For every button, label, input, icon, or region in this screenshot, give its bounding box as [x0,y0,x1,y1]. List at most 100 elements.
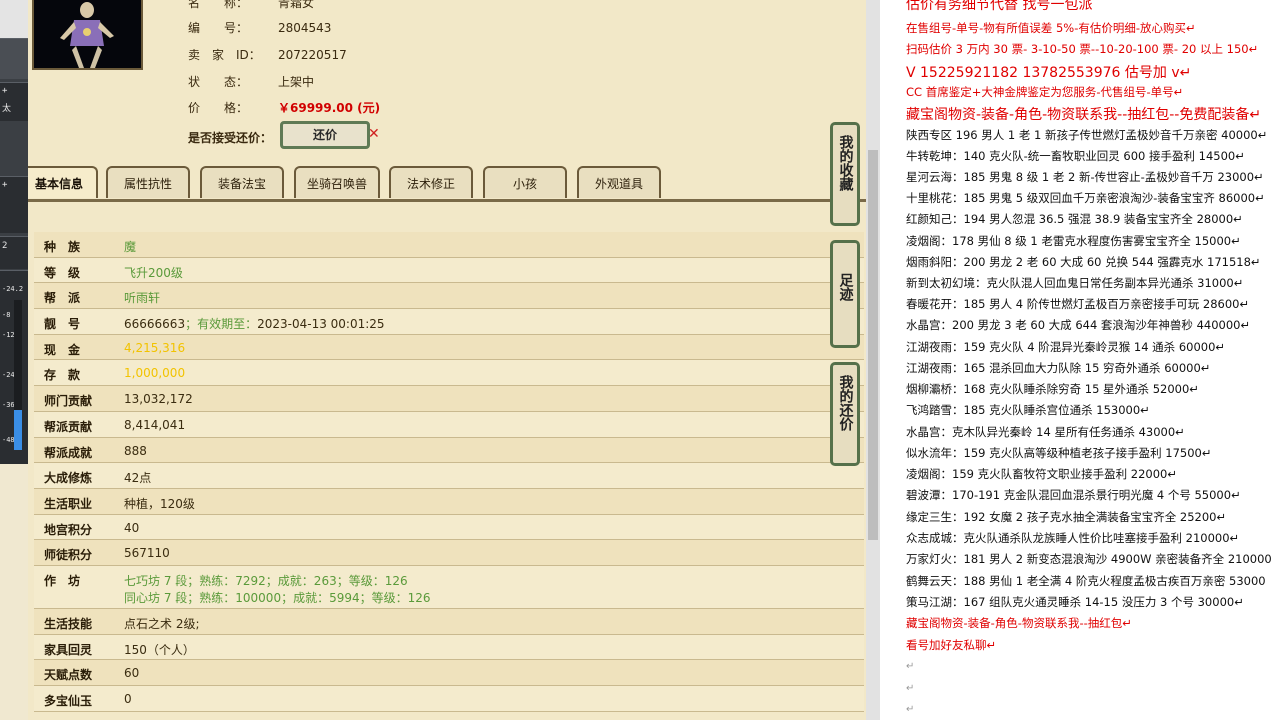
field-value: 听雨轩 [124,289,160,306]
vertical-scrollbar[interactable] [866,0,880,720]
field-label: 大成修炼 [44,471,93,486]
side-button-label: 我的还价 [837,375,854,431]
character-avatar [32,0,143,70]
counter-offer-label: 是否接受还价： [188,131,273,145]
field-label: 存 款 [44,368,81,383]
info-table-row: 家具回灵 150（个人） [34,634,864,661]
field-label: 家具回灵 [44,642,93,657]
info-table-row: 等 级 飞升200级 [34,257,864,284]
doc-line: CC 首席鉴定+大神金牌鉴定为您服务-代售组号-单号↵ [906,85,1184,99]
panel-gap [0,464,28,720]
field-label: 现 金 [44,342,81,357]
doc-line: 凌烟阁：178 男仙 8 级 1 老雷克水程度伤害雾宝宝齐全 15000↵ [906,234,1241,248]
panel-slot [0,38,28,79]
document-panel: 估价有务细节代替 找号一包派在售组号-单号-物有所值误差 5%-有估价明细-放心… [882,0,1280,720]
field-value: 60 [124,666,139,680]
trade-listing-panel: 名 称： 青霜女 编 号： 2804543 卖 家 ID： 207220517 状 态… [28,0,866,720]
field-value-text: 40 [124,520,140,535]
doc-line: 陕西专区 196 男人 1 老 1 新孩子传世燃灯孟极妙音千万亲密 40000↵ [906,128,1268,142]
tab-equipment[interactable]: 装备法宝 [200,166,284,198]
field-value-text: 8,414,041 [124,417,186,432]
info-table-row: 生活职业 种植，120级 [34,488,864,515]
side-button-label: 足迹 [837,273,854,301]
track-slot-2[interactable]: + [0,176,28,233]
character-figure-icon [34,0,141,68]
footprint-button[interactable]: 足迹 [830,240,860,348]
field-label: 天赋点数 [44,668,93,683]
doc-line: ↵ [906,704,915,715]
field-label: 种 族 [44,240,81,254]
doc-line: 估价有务细节代替 找号一包派 [906,0,1093,13]
field-label: 生活职业 [44,496,93,511]
field-value-text: 60 [124,666,140,681]
info-value: 207220517 [278,48,347,62]
field-value-text: 567110 [124,546,170,561]
tab-basic-info[interactable]: 基本信息 [28,166,98,198]
doc-line: 似水流年：159 克火队高等级种植老孩子接手盈利 17500↵ [906,446,1212,460]
counter-offer-button[interactable]: 还价 [280,121,370,149]
field-value-text: 888 [124,443,147,458]
tab-attributes[interactable]: 属性抗性 [106,166,190,198]
tab-spell-mods[interactable]: 法术修正 [389,166,473,198]
level-meter-fill [14,410,22,450]
my-counter-offers-button[interactable]: 我的还价 [830,362,860,466]
field-label: 靓 号 [44,317,81,332]
add-icon[interactable]: + [2,86,7,96]
info-row-seller: 卖 家 ID： 207220517 [188,46,347,63]
info-label: 价 格： [188,101,249,115]
field-value: 魔 [124,238,136,255]
doc-line: V 15225921182 13782553976 估号加 v↵ [906,65,1192,81]
field-value: 567110 [124,546,170,560]
meter-mark: -24 [2,371,15,379]
close-icon[interactable]: ✕ [368,126,380,142]
info-row-price: 价 格： ￥69999.00 (元) [188,99,380,116]
track-slot-3[interactable]: 2 [0,236,28,269]
field-value: 点石之术 2级; [124,615,200,632]
doc-line: ↵ [906,661,915,672]
info-table-row: 作 坊 七巧坊 7 段；熟练：7292；成就：263；等级：126 同心坊 7 段；… [34,565,864,609]
basic-info-table: 种 族 魔等 级 飞升200级帮 派 听雨轩靓 号 66666663；有效期至：2023… [34,232,864,712]
scrollbar-thumb[interactable] [868,150,878,540]
field-value-line2: 同心坊 7 段；熟练：100000；成就：5994；等级：126 [124,590,431,605]
field-value-text: 魔 [124,240,137,254]
field-value-text: 点石之术 2级; [124,616,200,631]
meter-mark: -48 [2,436,15,444]
field-value-text: 七巧坊 7 段；熟练：7292；成就：263；等级：126 [124,573,408,588]
info-table-row: 种 族魔 [34,232,864,258]
doc-line: 红颜知己：194 男人忽混 36.5 强混 38.9 装备宝宝齐全 28000↵ [906,212,1243,226]
info-value: 上架中 [278,75,315,89]
field-label: 帮派贡献 [44,419,93,434]
info-table-row: 师徒积分 567110 [34,540,864,566]
field-value: 42点 [124,469,151,486]
track-number: 2 [2,241,8,251]
info-table-row: 存 款 1,000,000 [34,360,864,387]
doc-line: 水晶宫：200 男龙 3 老 60 大成 644 套浪淘沙年神兽秒 440000… [906,318,1251,332]
doc-line: 江湖夜雨：165 混杀回血大力队除 15 穷奇外通杀 60000↵ [906,361,1211,375]
info-table-row: 地宫积分 40 [34,514,864,541]
tab-appearance[interactable]: 外观道具 [577,166,661,198]
my-favorites-button[interactable]: 我的收藏 [830,122,860,226]
doc-line: 春暖花开：185 男人 4 阶传世燃灯孟极百万亲密接手可玩 28600↵ [906,297,1250,311]
doc-line: 牛转乾坤：140 克火队-统一畜牧职业回灵 600 接手盈利 14500↵ [906,149,1245,163]
doc-line: 众志成城：克火队通杀队龙族睡人性价比哇塞接手盈利 210000↵ [906,531,1240,545]
field-value: 4,215,316 [124,341,185,355]
field-value: 888 [124,444,147,458]
info-table-row: 帮 派 听雨轩 [34,283,864,310]
tab-mounts-pets[interactable]: 坐骑召唤兽 [294,166,380,198]
doc-line: 在售组号-单号-物有所值误差 5%-有估价明细-放心购买↵ [906,21,1196,35]
info-table-row: 大成修炼 42点 [34,463,864,489]
field-value: 13,032,172 [124,392,193,406]
field-value: 40 [124,521,139,535]
track-slot-1[interactable]: + 太 [0,82,28,121]
field-value-text: 飞升200级 [124,265,183,280]
info-label: 编 号： [188,21,249,35]
info-label: 名 称： [188,0,249,10]
doc-line: 藏宝阁物资-装备-角色-物资联系我--抽红包↵ [906,616,1132,630]
tab-child[interactable]: 小孩 [483,166,567,198]
doc-line: 扫码估价 3 万内 30 票- 3-10-50 票--10-20-100 票- … [906,42,1259,56]
field-label: 作 坊 [44,573,81,588]
field-value: 8,414,041 [124,418,185,432]
doc-line: 鹤舞云天：188 男仙 1 老全满 4 阶克火程度孟极古疾百万亲密 53000 [906,574,1266,588]
add-icon[interactable]: + [2,180,7,190]
field-value: 种植，120级 [124,495,195,512]
